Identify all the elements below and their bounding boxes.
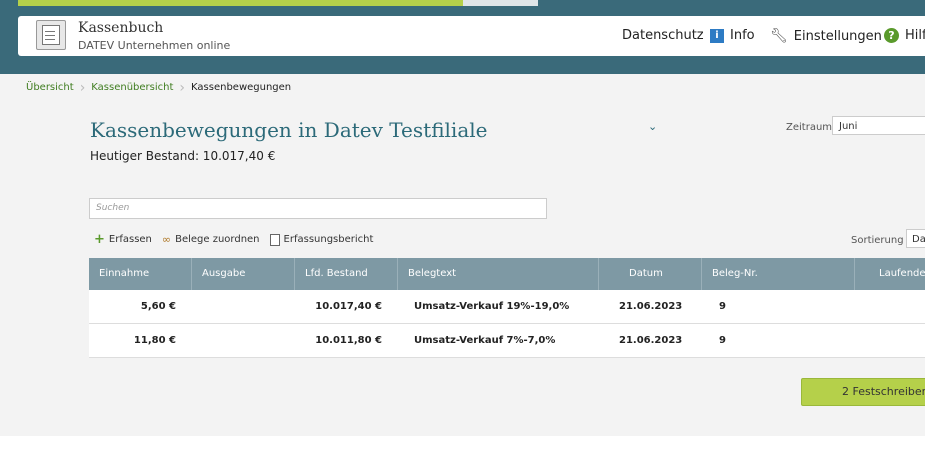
cell-belegtext: Umsatz-Verkauf 7%-7,0% bbox=[414, 335, 556, 346]
transactions-table: Einnahme Ausgabe Lfd. Bestand Belegtext … bbox=[89, 258, 925, 358]
nav-hilfe[interactable]: ? Hilfe bbox=[884, 28, 925, 43]
cell-ausgabe bbox=[192, 290, 295, 323]
belege-zuordnen-label: Belege zuordnen bbox=[175, 234, 260, 245]
erfassen-label: Erfassen bbox=[108, 234, 152, 245]
nav-hilfe-label: Hilfe bbox=[905, 28, 925, 43]
document-icon bbox=[269, 233, 280, 246]
header-beleg-nr[interactable]: Beleg-Nr. bbox=[702, 258, 855, 290]
belege-zuordnen-button[interactable]: ∞ Belege zuordnen bbox=[162, 233, 260, 246]
top-accent-green bbox=[18, 0, 463, 6]
breadcrumb-current: Kassenbewegungen bbox=[191, 82, 292, 93]
toolbar: + Erfassen ∞ Belege zuordnen Erfassungsb… bbox=[94, 232, 383, 247]
cell-einnahme: 11,80 € bbox=[133, 335, 176, 346]
cell-laufende-nr bbox=[855, 324, 925, 357]
zeitraum-label: Zeitraum bbox=[786, 122, 833, 133]
header-belegtext[interactable]: Belegtext bbox=[398, 258, 599, 290]
festschreiben-button[interactable]: 2 Festschreiben & Drucken bbox=[801, 378, 925, 406]
breadcrumb-uebersicht[interactable]: Übersicht bbox=[26, 82, 74, 93]
nav-info-label: Info bbox=[730, 28, 755, 43]
search-input[interactable]: Suchen bbox=[89, 198, 547, 219]
app-title: Kassenbuch bbox=[78, 20, 164, 36]
cell-bestand: 10.017,40 € bbox=[315, 301, 382, 312]
table-header: Einnahme Ausgabe Lfd. Bestand Belegtext … bbox=[89, 258, 925, 290]
cell-beleg-nr: 9 bbox=[719, 301, 726, 312]
sort-select[interactable]: Datum bbox=[906, 229, 925, 248]
header-einnahme[interactable]: Einnahme bbox=[89, 258, 192, 290]
wrench-icon: 🔧︎ bbox=[770, 28, 788, 44]
app-icon-line bbox=[45, 39, 55, 40]
plus-icon: + bbox=[94, 232, 105, 247]
help-icon: ? bbox=[884, 28, 899, 43]
cell-ausgabe bbox=[192, 324, 295, 357]
footer bbox=[0, 436, 925, 466]
breadcrumb: Übersicht › Kassenübersicht › Kassenbewe… bbox=[26, 79, 292, 96]
page-title: Kassenbewegungen in Datev Testfiliale bbox=[90, 118, 488, 142]
info-icon: i bbox=[710, 28, 724, 43]
kassenbuch-app-icon bbox=[36, 20, 66, 50]
table-row[interactable]: 5,60 € 10.017,40 € Umsatz-Verkauf 19%-19… bbox=[89, 290, 925, 324]
current-balance: Heutiger Bestand: 10.017,40 € bbox=[90, 149, 276, 163]
app-icon-line bbox=[45, 31, 55, 32]
cell-datum: 21.06.2023 bbox=[619, 301, 683, 312]
cell-beleg-nr: 9 bbox=[719, 335, 726, 346]
cell-einnahme: 5,60 € bbox=[140, 301, 176, 312]
cell-datum: 21.06.2023 bbox=[619, 335, 683, 346]
cell-belegtext: Umsatz-Verkauf 19%-19,0% bbox=[414, 301, 570, 312]
app-subtitle: DATEV Unternehmen online bbox=[78, 39, 231, 52]
sort-label: Sortierung bbox=[851, 235, 904, 246]
nav-einstellungen[interactable]: 🔧︎ Einstellungen bbox=[770, 28, 882, 44]
chevron-right-icon: › bbox=[79, 79, 86, 96]
app-icon-line bbox=[45, 35, 55, 36]
cell-laufende-nr bbox=[855, 290, 925, 323]
table-row[interactable]: 11,80 € 10.011,80 € Umsatz-Verkauf 7%-7,… bbox=[89, 324, 925, 358]
erfassen-button[interactable]: + Erfassen bbox=[94, 232, 152, 247]
erfassungsbericht-label: Erfassungsbericht bbox=[283, 234, 374, 245]
nav-einstellungen-label: Einstellungen bbox=[793, 28, 882, 44]
chevron-right-icon: › bbox=[179, 79, 186, 96]
link-icon: ∞ bbox=[161, 233, 172, 246]
header-ausgabe[interactable]: Ausgabe bbox=[192, 258, 295, 290]
cell-bestand: 10.011,80 € bbox=[315, 335, 382, 346]
header-datum[interactable]: Datum bbox=[599, 258, 702, 290]
top-accent-gray bbox=[463, 0, 538, 6]
app-header: Kassenbuch DATEV Unternehmen online Date… bbox=[18, 16, 925, 56]
nav-info[interactable]: i Info bbox=[710, 28, 755, 43]
nav-datenschutz[interactable]: Datenschutz bbox=[622, 28, 704, 43]
chevron-down-icon[interactable]: ⌄ bbox=[648, 120, 657, 133]
header-lfd-bestand[interactable]: Lfd. Bestand bbox=[295, 258, 398, 290]
erfassungsbericht-button[interactable]: Erfassungsbericht bbox=[269, 233, 374, 246]
zeitraum-select[interactable]: Juni bbox=[832, 116, 925, 135]
nav-datenschutz-label: Datenschutz bbox=[622, 28, 704, 43]
header-laufende-nr[interactable]: Laufende Nr. bbox=[855, 258, 925, 290]
breadcrumb-kassenuebersicht[interactable]: Kassenübersicht bbox=[91, 82, 173, 93]
